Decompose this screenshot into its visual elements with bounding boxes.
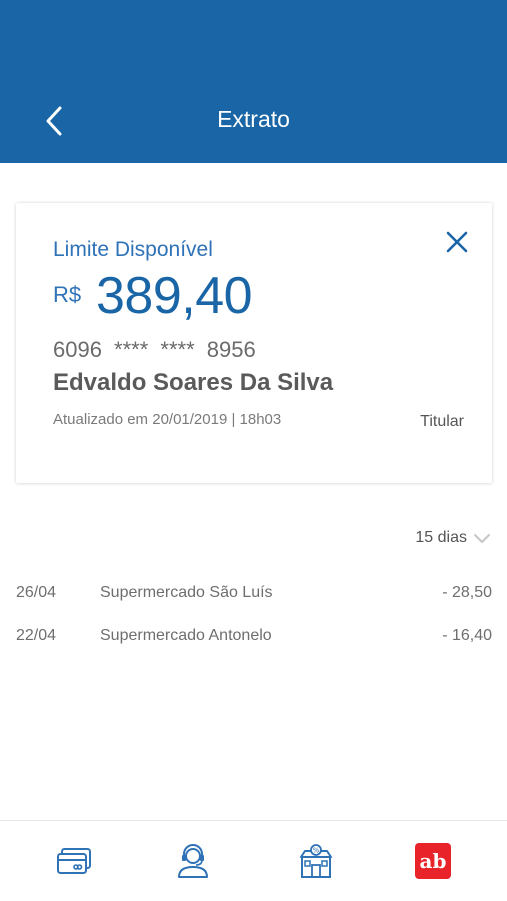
currency-symbol: R$	[53, 282, 82, 307]
close-button[interactable]	[442, 227, 472, 257]
card-summary: Limite Disponível R$ 389,40 6096 **** **…	[16, 203, 492, 483]
chevron-down-icon	[473, 532, 491, 544]
svg-text:%: %	[313, 847, 320, 855]
updated-timestamp: Atualizado em 20/01/2019 | 18h03	[53, 411, 282, 428]
period-label: 15 dias	[415, 529, 467, 546]
period-dropdown[interactable]: 15 dias	[415, 529, 491, 547]
bottom-navigation: % ab	[0, 820, 507, 901]
ab-logo-text: ab	[420, 849, 447, 873]
card-icon	[56, 847, 92, 875]
transaction-date: 22/04	[16, 627, 57, 644]
transaction-description: Supermercado Antonelo	[100, 627, 272, 644]
transaction-row[interactable]: 26/04 Supermercado São Luís - 28,50	[16, 584, 492, 608]
card-holder-name: Edvaldo Soares Da Silva	[53, 369, 334, 396]
limit-label: Limite Disponível	[53, 238, 213, 261]
nav-support[interactable]	[173, 841, 213, 881]
card-number: 6096 **** **** 8956	[53, 337, 256, 362]
nav-cards[interactable]	[54, 841, 94, 881]
support-agent-icon	[175, 843, 211, 879]
nav-stores[interactable]: %	[296, 841, 336, 881]
transaction-description: Supermercado São Luís	[100, 584, 273, 601]
app-header: Extrato	[0, 0, 507, 163]
close-icon	[445, 230, 469, 254]
holder-role: Titular	[420, 413, 464, 430]
transaction-date: 26/04	[16, 584, 57, 601]
ab-logo-icon: ab	[415, 843, 451, 879]
transaction-value: - 28,50	[442, 584, 492, 601]
nav-ab-logo[interactable]: ab	[413, 841, 453, 881]
store-icon: %	[299, 843, 333, 879]
page-title: Extrato	[217, 106, 290, 132]
available-limit-amount: 389,40	[96, 267, 253, 325]
transaction-row[interactable]: 22/04 Supermercado Antonelo - 16,40	[16, 627, 492, 651]
transaction-value: - 16,40	[442, 627, 492, 644]
